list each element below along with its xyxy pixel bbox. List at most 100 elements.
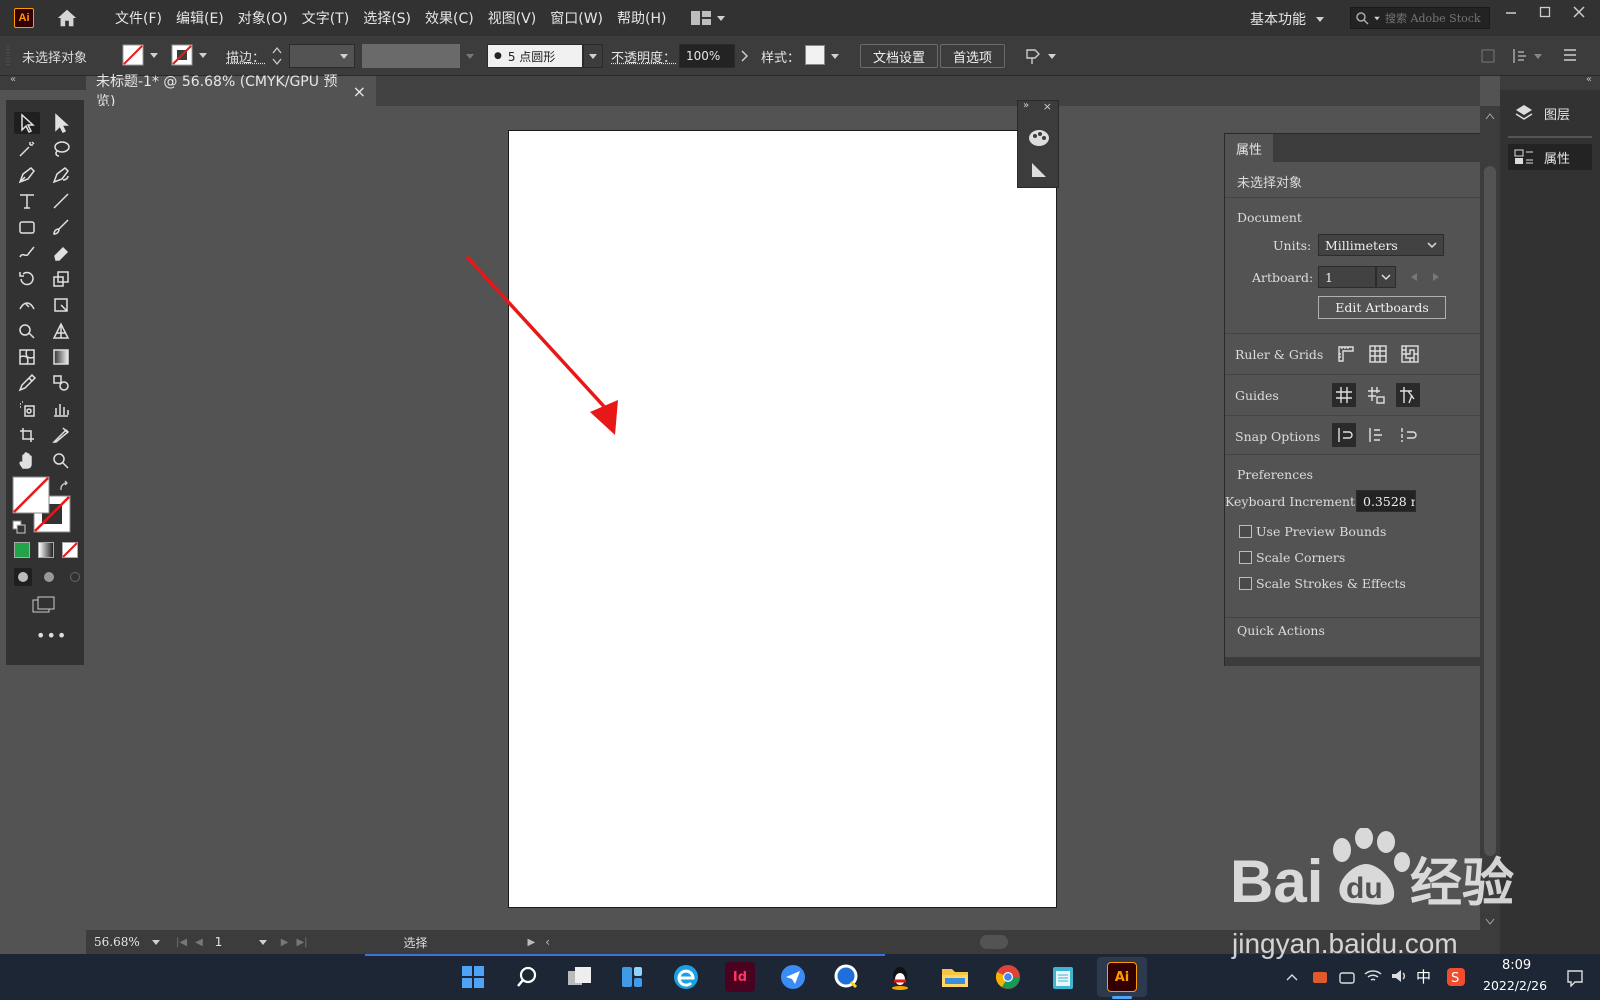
panel-resize-handle[interactable]: [1225, 657, 1498, 666]
opacity-input[interactable]: 100%: [679, 44, 735, 68]
menu-effect[interactable]: 效果(C): [418, 8, 481, 28]
pen-tool-icon[interactable]: [14, 164, 40, 186]
column-graph-tool-icon[interactable]: [48, 398, 74, 420]
grid-icon[interactable]: [1366, 342, 1390, 366]
menu-select[interactable]: 选择(S): [356, 8, 418, 28]
graphic-style-swatch[interactable]: [805, 45, 825, 65]
windows-start-icon[interactable]: [458, 962, 488, 992]
chevron-down-icon[interactable]: [1048, 54, 1056, 59]
next-artboard-icon[interactable]: [1432, 272, 1440, 282]
snap-to-grid-icon[interactable]: [1364, 423, 1388, 447]
chevron-right-icon[interactable]: [740, 50, 748, 62]
fill-swatch[interactable]: [122, 44, 158, 66]
eraser-tool-icon[interactable]: [48, 242, 74, 264]
artboard[interactable]: [508, 130, 1057, 908]
scroll-down-icon[interactable]: [1485, 918, 1495, 926]
vertical-scrollbar[interactable]: [1480, 106, 1500, 954]
appearance-icon[interactable]: [1030, 161, 1048, 179]
preferences-button[interactable]: 首选项: [940, 44, 1006, 68]
slice-tool-icon[interactable]: [48, 424, 74, 446]
keyboard-increment-input[interactable]: 0.3528 mm: [1356, 490, 1416, 512]
units-dropdown[interactable]: Millimeters: [1318, 234, 1444, 256]
free-transform-tool-icon[interactable]: [48, 294, 74, 316]
more-tools-icon[interactable]: •••: [36, 626, 67, 645]
align-options-icon[interactable]: [1024, 46, 1044, 66]
use-preview-bounds-checkbox[interactable]: [1239, 525, 1252, 538]
tab-properties[interactable]: 属性: [1225, 134, 1273, 162]
tray-device-icon[interactable]: [1338, 969, 1356, 985]
collapse-icon[interactable]: «: [1586, 74, 1592, 85]
rectangle-tool-icon[interactable]: [14, 216, 40, 238]
default-colors-icon[interactable]: [12, 520, 26, 534]
scale-strokes-checkbox[interactable]: [1239, 577, 1252, 590]
toolbox-header[interactable]: «: [0, 74, 86, 90]
blend-tool-icon[interactable]: [48, 372, 74, 394]
maximize-icon[interactable]: [1539, 6, 1551, 18]
app-logo[interactable]: Ai: [14, 8, 34, 28]
menu-type[interactable]: 文字(T): [295, 8, 356, 28]
grip-icon[interactable]: [6, 44, 10, 68]
curvature-tool-icon[interactable]: [48, 164, 74, 186]
menu-edit[interactable]: 编辑(E): [169, 8, 231, 28]
next-artboard-icon[interactable]: ▶: [281, 937, 289, 948]
scroll-left-icon[interactable]: ‹: [545, 935, 550, 949]
paintbrush-tool-icon[interactable]: [48, 216, 74, 238]
stock-search[interactable]: [1350, 7, 1490, 29]
volume-icon[interactable]: [1390, 968, 1408, 984]
search-input[interactable]: [1385, 11, 1485, 25]
scroll-up-icon[interactable]: [1485, 112, 1495, 120]
color-guide-icon[interactable]: [1028, 128, 1050, 148]
prev-artboard-icon[interactable]: ◀: [195, 937, 203, 948]
draw-normal-icon[interactable]: [14, 568, 32, 586]
qq-browser-icon[interactable]: [832, 962, 862, 992]
illustrator-icon[interactable]: Ai: [1107, 962, 1137, 992]
perspective-grid-tool-icon[interactable]: [48, 320, 74, 342]
feishu-icon[interactable]: [778, 962, 808, 992]
draw-behind-icon[interactable]: [40, 568, 58, 586]
artboard-dropdown[interactable]: 1: [1318, 266, 1376, 288]
qq-icon[interactable]: [885, 962, 915, 992]
dock-header[interactable]: «: [1500, 74, 1600, 90]
panel-menu-icon[interactable]: [1562, 47, 1578, 63]
show-hidden-icons[interactable]: [1286, 972, 1298, 982]
selection-tool-icon[interactable]: [14, 112, 40, 134]
clock-date[interactable]: 2022/2/26: [1483, 978, 1547, 993]
collapse-icon[interactable]: «: [10, 74, 16, 85]
smart-guides-icon[interactable]: [1396, 383, 1420, 407]
brush-dropdown[interactable]: [583, 44, 603, 68]
chevron-down-icon[interactable]: [466, 54, 474, 59]
indesign-icon[interactable]: Id: [725, 962, 755, 992]
none-icon[interactable]: [62, 542, 78, 558]
symbol-sprayer-tool-icon[interactable]: [14, 398, 40, 420]
menu-view[interactable]: 视图(V): [481, 8, 544, 28]
file-explorer-icon[interactable]: [940, 962, 970, 992]
close-icon[interactable]: ×: [1043, 100, 1052, 113]
tray-app-icon[interactable]: [1312, 969, 1328, 985]
clock-time[interactable]: 8:09: [1502, 958, 1531, 973]
shape-builder-tool-icon[interactable]: [14, 320, 40, 342]
dock-properties-button[interactable]: 属性: [1508, 144, 1592, 170]
stroke-weight-input[interactable]: [289, 44, 355, 68]
sogou-ime-icon[interactable]: S: [1446, 967, 1466, 987]
artboard-tool-icon[interactable]: [14, 424, 40, 446]
workspace-switcher[interactable]: 基本功能: [1250, 9, 1324, 29]
scale-tool-icon[interactable]: [48, 268, 74, 290]
home-icon[interactable]: [56, 7, 78, 29]
opacity-label[interactable]: 不透明度：: [611, 47, 676, 66]
task-view-icon[interactable]: [565, 962, 595, 992]
screen-mode-icon[interactable]: [32, 596, 56, 614]
stroke-stepper-icon[interactable]: [272, 44, 282, 68]
menu-object[interactable]: 对象(O): [231, 8, 295, 28]
first-artboard-icon[interactable]: |◀: [176, 937, 187, 948]
show-guides-icon[interactable]: [1332, 383, 1356, 407]
transform-icon[interactable]: [1480, 48, 1496, 64]
chevron-down-icon[interactable]: [258, 939, 267, 945]
widgets-icon[interactable]: [617, 962, 647, 992]
zoom-tool-icon[interactable]: [48, 450, 74, 472]
chevron-down-icon[interactable]: [831, 54, 839, 59]
gradient-icon[interactable]: [38, 542, 54, 558]
wifi-icon[interactable]: [1364, 968, 1382, 984]
shaper-tool-icon[interactable]: [14, 242, 40, 264]
artboard-navigator[interactable]: 1: [208, 933, 255, 951]
chrome-icon[interactable]: [993, 962, 1023, 992]
